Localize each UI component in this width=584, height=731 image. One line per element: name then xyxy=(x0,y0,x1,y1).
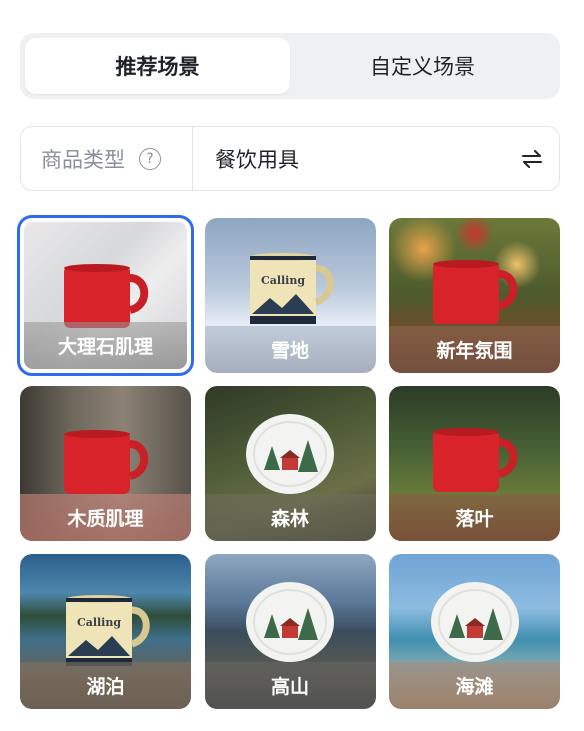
scene-label: 高山 xyxy=(270,676,309,698)
scene-card-beach[interactable]: 海滩 xyxy=(389,554,560,709)
scene-card-marble[interactable]: 大理石肌理 xyxy=(17,215,194,376)
scene-label: 新年氛围 xyxy=(436,340,513,362)
scene-label: 落叶 xyxy=(455,508,494,530)
question-circle-icon[interactable]: ? xyxy=(139,147,161,170)
plate-image xyxy=(246,414,334,494)
product-type-label-cell: 商品类型 ? xyxy=(21,127,193,190)
svg-text:Calling: Calling xyxy=(261,274,305,287)
enamel-mug-image: Calling xyxy=(65,595,150,666)
red-mug-image xyxy=(63,430,148,494)
scene-label: 海滩 xyxy=(455,676,494,698)
scene-card-snow[interactable]: Calling 雪地 xyxy=(204,218,376,373)
product-type-label: 商品类型 xyxy=(41,147,125,172)
plate-image xyxy=(430,582,519,662)
enamel-mug-image: Calling xyxy=(250,253,334,324)
scene-label: 大理石肌理 xyxy=(57,336,153,358)
tab-custom-scenes[interactable]: 自定义场景 xyxy=(290,38,555,94)
svg-text:Calling: Calling xyxy=(76,616,120,629)
swap-arrows-icon[interactable] xyxy=(505,149,559,168)
product-type-selector[interactable]: 商品类型 ? 餐饮用具 xyxy=(20,126,560,191)
scene-card-lake[interactable]: Calling 湖泊 xyxy=(20,554,191,709)
plate-image xyxy=(246,582,334,662)
red-mug-image xyxy=(63,264,148,328)
scene-card-wood[interactable]: 木质肌理 xyxy=(20,386,191,541)
scene-label: 森林 xyxy=(270,508,309,530)
scene-type-tabs: 推荐场景 自定义场景 xyxy=(20,33,560,99)
red-mug-image xyxy=(432,260,517,324)
red-mug-image xyxy=(432,428,517,492)
scene-card-forest[interactable]: 森林 xyxy=(204,386,376,541)
scene-label: 雪地 xyxy=(270,340,309,362)
product-type-value[interactable]: 餐饮用具 xyxy=(193,144,505,174)
scene-card-new-year[interactable]: 新年氛围 xyxy=(389,218,560,373)
scene-label: 湖泊 xyxy=(86,676,125,698)
scene-label: 木质肌理 xyxy=(67,508,144,530)
scene-card-fallen-leaves[interactable]: 落叶 xyxy=(389,386,560,541)
tab-recommended-scenes[interactable]: 推荐场景 xyxy=(25,38,290,94)
scene-card-mountain[interactable]: 高山 xyxy=(204,554,376,709)
scene-grid: 大理石肌理 Calling 雪地 新年氛围 木质肌理 森林 落叶 Calling… xyxy=(17,215,560,709)
